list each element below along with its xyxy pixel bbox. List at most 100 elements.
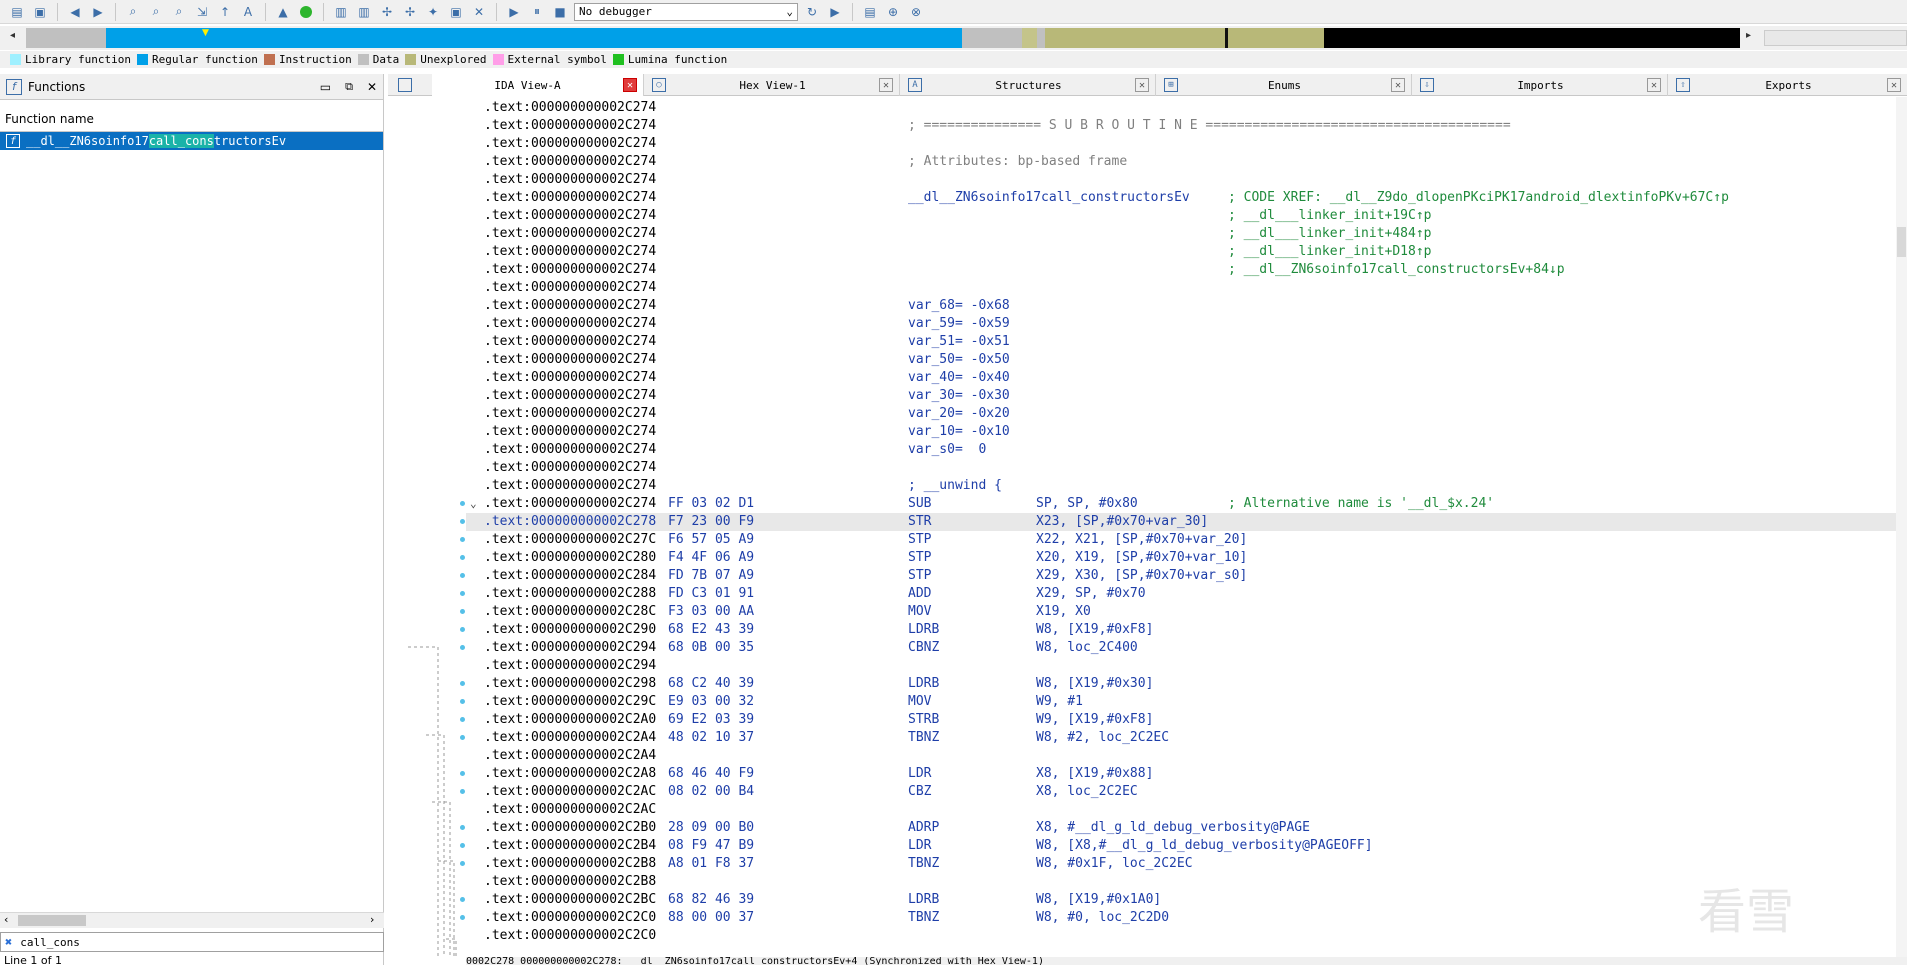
code-line[interactable]: .text:000000000002C294 68 0B 00 35 CBNZ W8,… <box>466 639 1907 657</box>
collapse-chevron-icon[interactable]: ⌄ <box>470 495 477 513</box>
instruction-operands[interactable]: W8, #0, loc_2C2D0 <box>1036 909 1169 927</box>
instruction-mnemonic[interactable]: STP <box>908 567 931 585</box>
breakpoint-dot[interactable] <box>460 771 465 776</box>
code-line[interactable]: .text:000000000002C2C0 <box>466 927 1907 945</box>
up-icon[interactable]: ↑ <box>216 3 234 21</box>
maximize-icon[interactable]: ▭ <box>320 80 331 94</box>
save-icon[interactable]: ▣ <box>31 3 49 21</box>
instruction-mnemonic[interactable]: SUB <box>908 495 931 513</box>
tab-exports[interactable]: ⇧ Exports ✕ <box>1668 74 1907 96</box>
instruction-operands[interactable]: X23, [SP,#0x70+var_30] <box>1036 513 1208 531</box>
breakpoint-dot[interactable] <box>460 861 465 866</box>
instruction-operands[interactable]: W8, #2, loc_2C2EC <box>1036 729 1169 747</box>
code-xref[interactable]: ; CODE XREF: __dl__Z9do_dlopenPKciPK17an… <box>1228 189 1729 207</box>
instruction-operands[interactable]: W8, [X19,#0xF8] <box>1036 621 1153 639</box>
navigation-band[interactable]: ▼ <box>26 28 1740 48</box>
xref-icon[interactable]: ✢ <box>378 3 396 21</box>
code-line[interactable]: .text:000000000002C274 var_10= -0x10 <box>466 423 1907 441</box>
code-line[interactable]: .text:000000000002C288 FD C3 01 91 ADD X29,… <box>466 585 1907 603</box>
code-line[interactable]: ⌄ .text:000000000002C274 FF 03 02 D1 SUB SP,… <box>466 495 1907 513</box>
code-xref[interactable]: ; __dl___linker_init+19C↑p <box>1228 207 1432 225</box>
tab-imports[interactable]: ⇩ Imports ✕ <box>1412 74 1668 96</box>
breakpoint-dot[interactable] <box>460 591 465 596</box>
instruction-mnemonic[interactable]: LDRB <box>908 675 939 693</box>
instruction-mnemonic[interactable]: CBZ <box>908 783 931 801</box>
pause-icon[interactable]: ⏸ <box>528 3 546 21</box>
breakpoint-dot[interactable] <box>460 789 465 794</box>
breakpoint-off-icon[interactable]: ⊗ <box>907 3 925 21</box>
close-icon[interactable]: ✕ <box>623 78 637 92</box>
debugger-select[interactable]: No debugger ⌄ <box>574 2 798 21</box>
code-line[interactable]: .text:000000000002C274 <box>466 171 1907 189</box>
close-tool-icon[interactable]: ✕ <box>470 3 488 21</box>
instruction-operands[interactable]: X29, SP, #0x70 <box>1036 585 1146 603</box>
code-line[interactable]: .text:000000000002C280 F4 4F 06 A9 STP X20,… <box>466 549 1907 567</box>
disassembly-listing[interactable]: .text:000000000002C274 .text:000000000002… <box>466 99 1907 957</box>
close-icon[interactable]: ✕ <box>1887 78 1901 92</box>
instruction-operands[interactable]: W8, [X8,#__dl_g_ld_debug_verbosity@PAGEO… <box>1036 837 1373 855</box>
instruction-mnemonic[interactable]: LDRB <box>908 891 939 909</box>
code-xref[interactable]: ; __dl__ZN6soinfo17call_constructorsEv+8… <box>1228 261 1565 279</box>
instruction-operands[interactable]: X8, loc_2C2EC <box>1036 783 1138 801</box>
instruction-operands[interactable]: X8, [X19,#0x88] <box>1036 765 1153 783</box>
code-label[interactable]: var_51= -0x51 <box>908 333 1010 351</box>
breakpoint-dot[interactable] <box>460 609 465 614</box>
code-line[interactable]: .text:000000000002C27C F6 57 05 A9 STP X22,… <box>466 531 1907 549</box>
breakpoint-dot[interactable] <box>460 915 465 920</box>
panel-toggle-icon[interactable] <box>398 78 412 92</box>
code-line[interactable]: .text:000000000002C290 68 E2 43 39 LDRB W8,… <box>466 621 1907 639</box>
code-line[interactable]: .text:000000000002C274 ; __dl___linker_in… <box>466 207 1907 225</box>
breakpoint-dot[interactable] <box>460 645 465 650</box>
breakpoint-icon[interactable]: ⊕ <box>884 3 902 21</box>
instruction-operands[interactable]: X19, X0 <box>1036 603 1091 621</box>
code-label[interactable]: var_40= -0x40 <box>908 369 1010 387</box>
code-line[interactable]: .text:000000000002C274 ; __unwind { <box>466 477 1907 495</box>
breakpoint-dot[interactable] <box>460 555 465 560</box>
breakpoint-dot[interactable] <box>460 897 465 902</box>
code-label[interactable]: ; __unwind { <box>908 477 1002 495</box>
instruction-operands[interactable]: W8, loc_2C400 <box>1036 639 1138 657</box>
jump-icon[interactable]: ⇲ <box>193 3 211 21</box>
code-label[interactable]: var_59= -0x59 <box>908 315 1010 333</box>
graph-icon[interactable]: ▲ <box>274 3 292 21</box>
instruction-mnemonic[interactable]: TBNZ <box>908 909 939 927</box>
instruction-mnemonic[interactable]: TBNZ <box>908 855 939 873</box>
code-line[interactable]: .text:000000000002C274 ; =============== … <box>466 117 1907 135</box>
tab-toggle[interactable] <box>388 74 432 96</box>
code-xref[interactable]: ; __dl___linker_init+484↑p <box>1228 225 1432 243</box>
code-line[interactable]: .text:000000000002C2B8 A8 01 F8 37 TBNZ W8,… <box>466 855 1907 873</box>
breakpoint-dot[interactable] <box>460 843 465 848</box>
code-line[interactable]: .text:000000000002C274 var_51= -0x51 <box>466 333 1907 351</box>
code-line[interactable]: .text:000000000002C2BC 68 82 46 39 LDRB W8,… <box>466 891 1907 909</box>
code-line[interactable]: .text:000000000002C284 FD 7B 07 A9 STP X29,… <box>466 567 1907 585</box>
xref2-icon[interactable]: ✢ <box>401 3 419 21</box>
breakpoint-dot[interactable] <box>460 573 465 578</box>
code-line[interactable]: .text:000000000002C2B4 08 F9 47 B9 LDR W8, … <box>466 837 1907 855</box>
code-line[interactable]: .text:000000000002C274 var_20= -0x20 <box>466 405 1907 423</box>
vertical-scrollbar[interactable] <box>1896 97 1907 957</box>
code-label[interactable]: var_10= -0x10 <box>908 423 1010 441</box>
code-line[interactable]: .text:000000000002C274 ; Attributes: bp-b… <box>466 153 1907 171</box>
code-label[interactable]: var_20= -0x20 <box>908 405 1010 423</box>
instruction-mnemonic[interactable]: STR <box>908 513 931 531</box>
code-line[interactable]: .text:000000000002C2A0 69 E2 03 39 STRB W9,… <box>466 711 1907 729</box>
instruction-mnemonic[interactable]: CBNZ <box>908 639 939 657</box>
code-label[interactable]: var_30= -0x30 <box>908 387 1010 405</box>
code-line[interactable]: .text:000000000002C2A8 68 46 40 F9 LDR X8, … <box>466 765 1907 783</box>
code-line[interactable]: .text:000000000002C274 ; __dl___linker_in… <box>466 225 1907 243</box>
search-icon[interactable]: ⌕ <box>124 3 142 21</box>
instruction-mnemonic[interactable]: LDRB <box>908 621 939 639</box>
scroll-left-arrow-icon[interactable]: ‹ <box>4 913 8 926</box>
breakpoint-dot[interactable] <box>460 681 465 686</box>
close-icon[interactable]: ✕ <box>367 80 377 94</box>
tab-structures[interactable]: A Structures ✕ <box>900 74 1156 96</box>
instruction-mnemonic[interactable]: STP <box>908 549 931 567</box>
code-line[interactable]: .text:000000000002C274 <box>466 135 1907 153</box>
close-icon[interactable]: ✕ <box>1391 78 1405 92</box>
text-icon[interactable]: A <box>239 3 257 21</box>
breakpoint-dot[interactable] <box>460 717 465 722</box>
code-xref[interactable]: ; __dl___linker_init+D18↑p <box>1228 243 1432 261</box>
close-icon[interactable]: ✕ <box>1135 78 1149 92</box>
code-line[interactable]: .text:000000000002C274 var_68= -0x68 <box>466 297 1907 315</box>
code-line[interactable]: .text:000000000002C274 <box>466 279 1907 297</box>
